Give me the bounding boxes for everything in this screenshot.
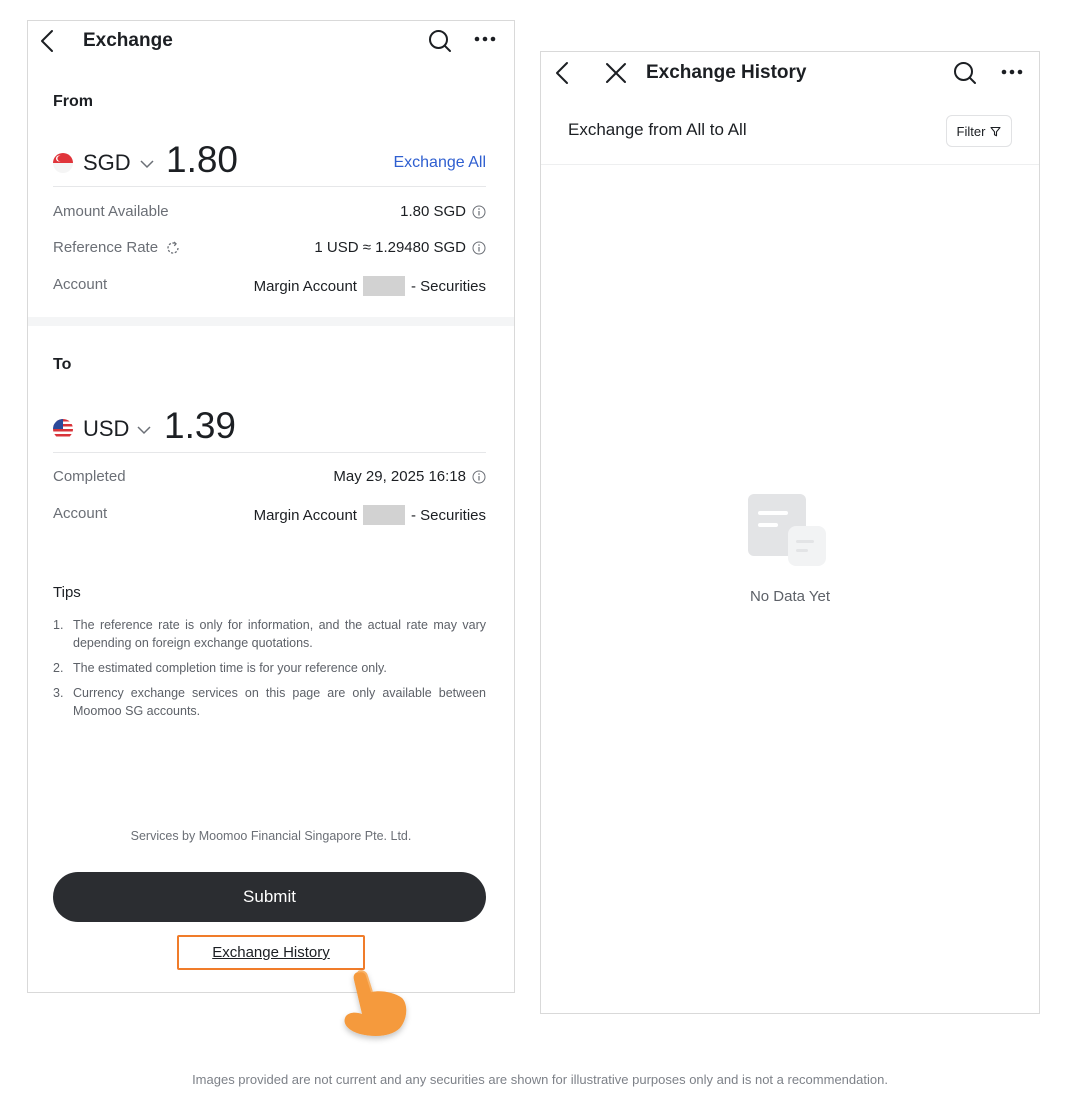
from-account-suffix: - Securities <box>410 277 486 295</box>
exchange-all-button[interactable]: Exchange All <box>393 154 486 172</box>
exchange-scope-label: Exchange from All to All <box>568 120 747 139</box>
back-icon[interactable] <box>555 61 569 85</box>
empty-state-text: No Data Yet <box>749 588 831 605</box>
tip-number: 3. <box>53 686 64 700</box>
filter-label: Filter <box>956 123 986 139</box>
exchange-nav-bar: Exchange <box>28 21 514 61</box>
exchange-history-screen: Exchange History Exchange from All to Al… <box>540 51 1040 1014</box>
tip-text: The estimated completion time is for you… <box>73 661 387 675</box>
completed-value: May 29, 2025 16:18 <box>333 468 466 485</box>
redacted-account-number <box>362 276 405 296</box>
to-currency-selector[interactable]: USD <box>83 416 129 442</box>
to-section-label: To <box>53 356 72 373</box>
to-amount-value: 1.39 <box>164 405 237 446</box>
history-nav-bar: Exchange History <box>541 52 1039 92</box>
page-title: Exchange <box>83 30 173 51</box>
from-account-row: Account Margin Account - Securities <box>53 276 486 296</box>
filter-icon <box>990 126 1001 136</box>
pointing-hand-icon <box>344 970 407 1036</box>
disclaimer: Images provided are not current and any … <box>192 1072 888 1087</box>
reference-rate-label: Reference Rate <box>53 239 159 256</box>
page-title: Exchange History <box>646 62 807 83</box>
chevron-down-icon[interactable] <box>140 159 154 169</box>
info-icon[interactable] <box>472 241 486 255</box>
to-amount-row: USD 1.39 <box>53 405 486 453</box>
from-account-name: Margin Account <box>253 277 357 295</box>
amount-available-row: Amount Available 1.80 SGD <box>53 203 486 223</box>
exchange-screen: Exchange From SGD 1.80 Exchange All Amou… <box>27 20 515 993</box>
from-currency-selector[interactable]: SGD <box>83 150 131 176</box>
us-flag-icon <box>53 419 73 439</box>
info-icon[interactable] <box>472 205 486 219</box>
close-icon[interactable] <box>605 62 627 84</box>
tip-item: 2. The estimated completion time is for … <box>53 659 486 677</box>
search-icon[interactable] <box>428 29 452 53</box>
chevron-down-icon[interactable] <box>137 425 151 435</box>
section-divider <box>28 317 514 326</box>
to-account-suffix: - Securities <box>410 506 486 524</box>
refresh-icon[interactable] <box>165 240 181 256</box>
services-note: Services by Moomoo Financial Singapore P… <box>130 829 412 843</box>
to-account-row: Account Margin Account - Securities <box>53 505 486 525</box>
info-icon[interactable] <box>472 470 486 484</box>
to-account-label: Account <box>53 505 108 522</box>
history-filter-bar: Exchange from All to All Filter <box>541 102 1039 165</box>
completed-label: Completed <box>53 468 126 485</box>
redacted-account-number <box>362 505 405 525</box>
tips-title: Tips <box>53 584 81 601</box>
exchange-history-link[interactable]: Exchange History <box>177 935 365 970</box>
tip-number: 1. <box>53 618 64 632</box>
from-account-label: Account <box>53 276 108 293</box>
singapore-flag-icon <box>53 153 73 173</box>
from-amount-input[interactable]: 1.80 <box>166 139 238 181</box>
to-account-name: Margin Account <box>253 506 357 524</box>
tip-text: Currency exchange services on this page … <box>73 686 486 718</box>
from-amount-row: SGD 1.80 Exchange All <box>53 139 486 187</box>
tip-text: The reference rate is only for informati… <box>73 618 486 650</box>
filter-button[interactable]: Filter <box>946 115 1012 147</box>
tip-number: 2. <box>53 661 64 675</box>
search-icon[interactable] <box>953 61 977 85</box>
back-icon[interactable] <box>40 29 54 53</box>
amount-available-value: 1.80 SGD <box>400 203 466 220</box>
more-icon[interactable] <box>1001 68 1023 76</box>
amount-available-label: Amount Available <box>53 203 169 220</box>
from-section-label: From <box>53 93 93 110</box>
more-icon[interactable] <box>474 35 496 43</box>
reference-rate-value: 1 USD ≈ 1.29480 SGD <box>314 239 466 256</box>
completed-row: Completed May 29, 2025 16:18 <box>53 468 486 488</box>
submit-button[interactable]: Submit <box>53 872 486 922</box>
empty-document-icon <box>748 494 826 566</box>
reference-rate-row: Reference Rate 1 USD ≈ 1.29480 SGD <box>53 239 486 259</box>
tips-list: 1. The reference rate is only for inform… <box>53 616 486 727</box>
tip-item: 1. The reference rate is only for inform… <box>53 616 486 652</box>
tip-item: 3. Currency exchange services on this pa… <box>53 684 486 720</box>
